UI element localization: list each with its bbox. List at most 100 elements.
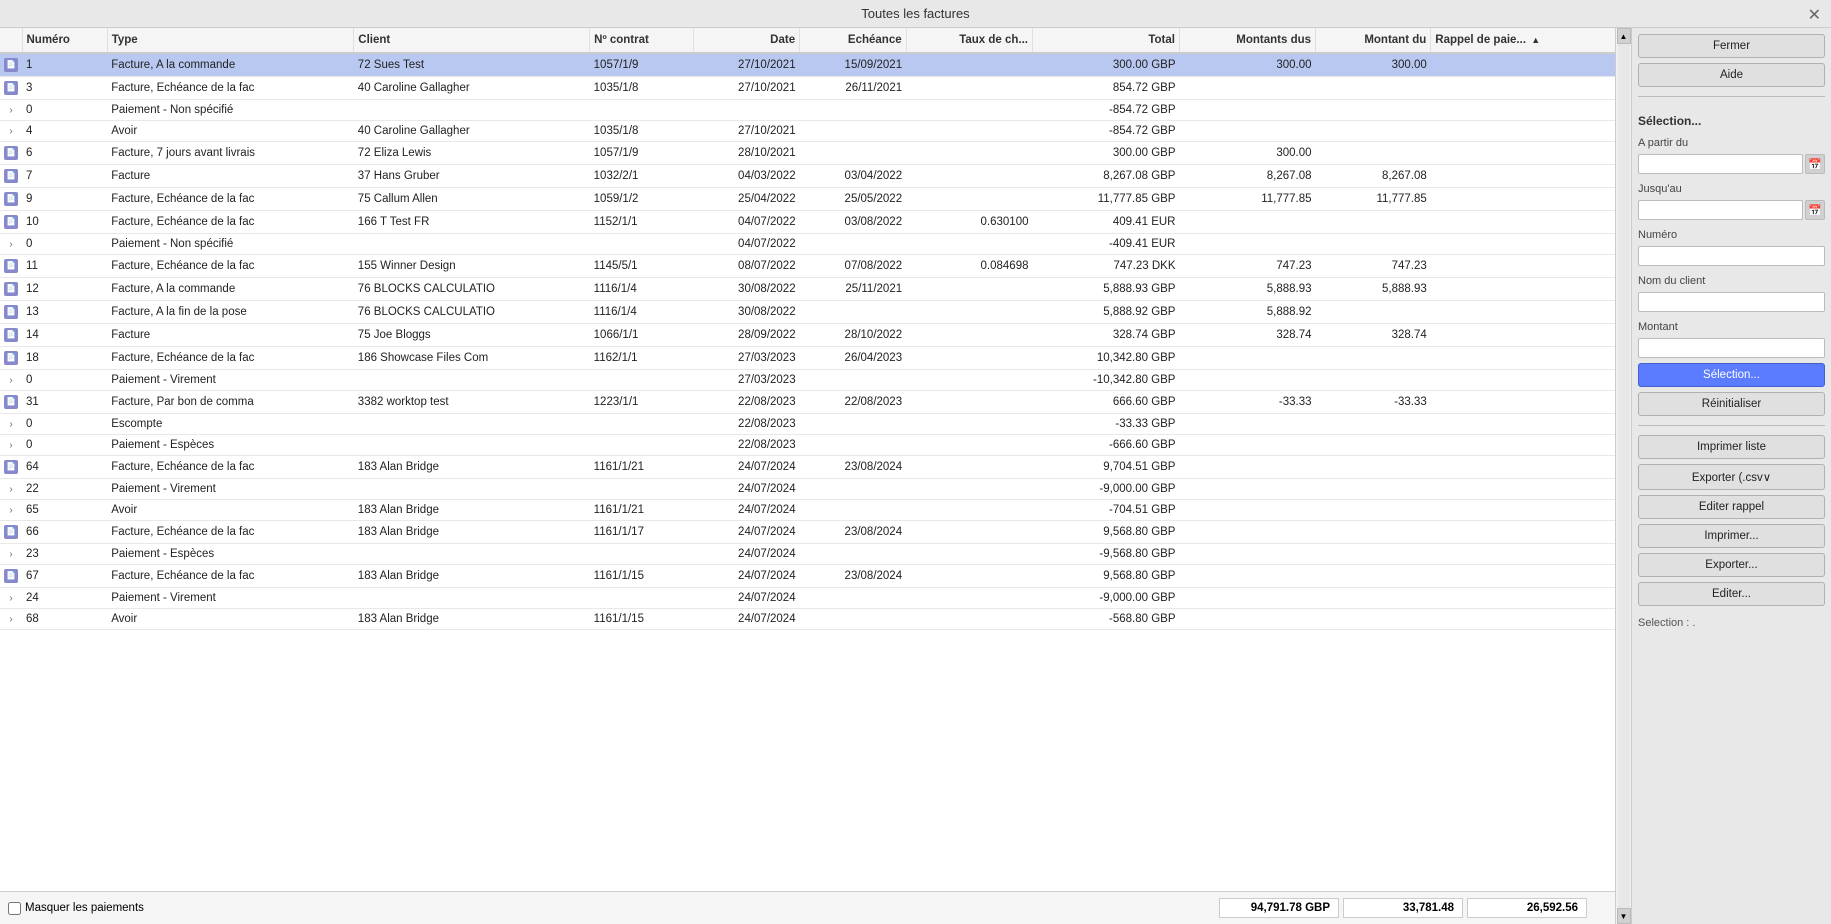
table-row[interactable]: 📄6Facture, 7 jours avant livrais72 Eliza… (0, 142, 1615, 165)
exporter-csv-button[interactable]: Exporter (.csv∨ (1638, 464, 1825, 490)
table-row[interactable]: 📄18Facture, Echéance de la fac186 Showca… (0, 347, 1615, 370)
table-row[interactable]: ›0Paiement - Non spécifié-854.72 GBP (0, 100, 1615, 121)
cell-echeance: 28/10/2022 (800, 324, 907, 347)
fermer-button[interactable]: Fermer (1638, 34, 1825, 58)
cell-type: Avoir (107, 121, 354, 142)
imprimer-liste-button[interactable]: Imprimer liste (1638, 435, 1825, 459)
table-row[interactable]: ›68Avoir183 Alan Bridge1161/1/1524/07/20… (0, 609, 1615, 630)
col-date[interactable]: Date (693, 28, 800, 53)
cell-date: 04/03/2022 (693, 165, 800, 188)
expand-icon[interactable]: › (9, 419, 12, 430)
table-row[interactable]: ›0Paiement - Non spécifié04/07/2022-409.… (0, 234, 1615, 255)
col-rappel[interactable]: Rappel de paie... ▲ (1431, 28, 1615, 53)
cell-client: 183 Alan Bridge (354, 565, 590, 588)
cell-no_contrat: 1057/1/9 (590, 142, 693, 165)
col-echeance[interactable]: Echéance (800, 28, 907, 53)
cell-rappel (1431, 588, 1615, 609)
table-row[interactable]: ›0Escompte22/08/2023-33.33 GBP (0, 414, 1615, 435)
table-row[interactable]: 📄14Facture75 Joe Bloggs1066/1/128/09/202… (0, 324, 1615, 347)
expand-icon[interactable]: › (9, 105, 12, 116)
table-row[interactable]: 📄1Facture, A la commande72 Sues Test1057… (0, 53, 1615, 77)
cell-taux_ch (906, 165, 1032, 188)
expand-icon[interactable]: › (9, 239, 12, 250)
cell-echeance: 23/08/2024 (800, 521, 907, 544)
table-row[interactable]: ›23Paiement - Espèces24/07/2024-9,568.80… (0, 544, 1615, 565)
aide-button[interactable]: Aide (1638, 63, 1825, 87)
col-total[interactable]: Total (1033, 28, 1180, 53)
cell-date: 04/07/2022 (693, 234, 800, 255)
col-taux[interactable]: Taux de ch... (906, 28, 1032, 53)
reinitialiser-button[interactable]: Réinitialiser (1638, 392, 1825, 416)
expand-icon[interactable]: › (9, 549, 12, 560)
expand-icon[interactable]: › (9, 484, 12, 495)
cell-client: 183 Alan Bridge (354, 456, 590, 479)
table-row[interactable]: ›22Paiement - Virement24/07/2024-9,000.0… (0, 479, 1615, 500)
imprimer-button[interactable]: Imprimer... (1638, 524, 1825, 548)
row-icon: 📄 (0, 77, 22, 100)
editer-button[interactable]: Editer... (1638, 582, 1825, 606)
col-montant-du[interactable]: Montant du (1316, 28, 1431, 53)
table-row[interactable]: 📄10Facture, Echéance de la fac166 T Test… (0, 211, 1615, 234)
col-type[interactable]: Type (107, 28, 354, 53)
numero-input[interactable] (1638, 246, 1825, 266)
masquer-paiements-checkbox[interactable] (8, 902, 21, 915)
table-row[interactable]: ›24Paiement - Virement24/07/2024-9,000.0… (0, 588, 1615, 609)
expand-icon[interactable]: › (9, 126, 12, 137)
nom-client-input[interactable] (1638, 292, 1825, 312)
table-row[interactable]: 📄31Facture, Par bon de comma3382 worktop… (0, 391, 1615, 414)
jusqu-au-calendar-icon[interactable]: 📅 (1805, 200, 1825, 220)
scrollbar-down[interactable]: ▼ (1617, 908, 1631, 924)
expand-icon[interactable]: › (9, 593, 12, 604)
table-row[interactable]: 📄7Facture37 Hans Gruber1032/2/104/03/202… (0, 165, 1615, 188)
close-icon[interactable]: ✕ (1808, 5, 1821, 25)
cell-rappel (1431, 565, 1615, 588)
table-row[interactable]: 📄66Facture, Echéance de la fac183 Alan B… (0, 521, 1615, 544)
expand-icon[interactable]: › (9, 440, 12, 451)
expand-icon[interactable]: › (9, 505, 12, 516)
cell-numero: 0 (22, 435, 107, 456)
expand-icon[interactable]: › (9, 375, 12, 386)
cell-rappel (1431, 278, 1615, 301)
scrollbar-up[interactable]: ▲ (1617, 28, 1631, 44)
cell-rappel (1431, 435, 1615, 456)
table-row[interactable]: ›65Avoir183 Alan Bridge1161/1/2124/07/20… (0, 500, 1615, 521)
table-row[interactable]: 📄3Facture, Echéance de la fac40 Caroline… (0, 77, 1615, 100)
table-row[interactable]: ›0Paiement - Virement27/03/2023-10,342.8… (0, 370, 1615, 391)
col-numero[interactable]: Numéro (22, 28, 107, 53)
cell-rappel (1431, 609, 1615, 630)
table-row[interactable]: ›4Avoir40 Caroline Gallagher1035/1/827/1… (0, 121, 1615, 142)
total-3: 26,592.56 (1467, 898, 1587, 918)
table-row[interactable]: ›0Paiement - Espèces22/08/2023-666.60 GB… (0, 435, 1615, 456)
col-montants-dus[interactable]: Montants dus (1179, 28, 1315, 53)
cell-no_contrat (590, 234, 693, 255)
montant-input[interactable] (1638, 338, 1825, 358)
table-row[interactable]: 📄12Facture, A la commande76 BLOCKS CALCU… (0, 278, 1615, 301)
numero-label: Numéro (1638, 229, 1825, 241)
cell-rappel (1431, 347, 1615, 370)
jusqu-au-input[interactable] (1638, 200, 1803, 220)
cell-date: 28/10/2021 (693, 142, 800, 165)
a-partir-du-input[interactable] (1638, 154, 1803, 174)
a-partir-du-calendar-icon[interactable]: 📅 (1805, 154, 1825, 174)
table-row[interactable]: 📄13Facture, A la fin de la pose76 BLOCKS… (0, 301, 1615, 324)
cell-numero: 0 (22, 234, 107, 255)
row-icon: › (0, 479, 22, 500)
cell-rappel (1431, 77, 1615, 100)
editer-rappel-button[interactable]: Editer rappel (1638, 495, 1825, 519)
row-icon: 📄 (0, 521, 22, 544)
selection-button[interactable]: Sélection... (1638, 363, 1825, 387)
col-client[interactable]: Client (354, 28, 590, 53)
table-row[interactable]: 📄64Facture, Echéance de la fac183 Alan B… (0, 456, 1615, 479)
cell-total: 9,704.51 GBP (1033, 456, 1180, 479)
table-row[interactable]: 📄11Facture, Echéance de la fac155 Winner… (0, 255, 1615, 278)
exporter-button[interactable]: Exporter... (1638, 553, 1825, 577)
cell-date: 24/07/2024 (693, 565, 800, 588)
table-row[interactable]: 📄67Facture, Echéance de la fac183 Alan B… (0, 565, 1615, 588)
col-contrat[interactable]: Nº contrat (590, 28, 693, 53)
cell-client (354, 479, 590, 500)
table-row[interactable]: 📄9Facture, Echéance de la fac75 Callum A… (0, 188, 1615, 211)
scrollbar[interactable]: ▲ ▼ (1615, 28, 1631, 924)
cell-no_contrat: 1116/1/4 (590, 278, 693, 301)
scrollbar-track[interactable] (1618, 44, 1630, 908)
expand-icon[interactable]: › (9, 614, 12, 625)
